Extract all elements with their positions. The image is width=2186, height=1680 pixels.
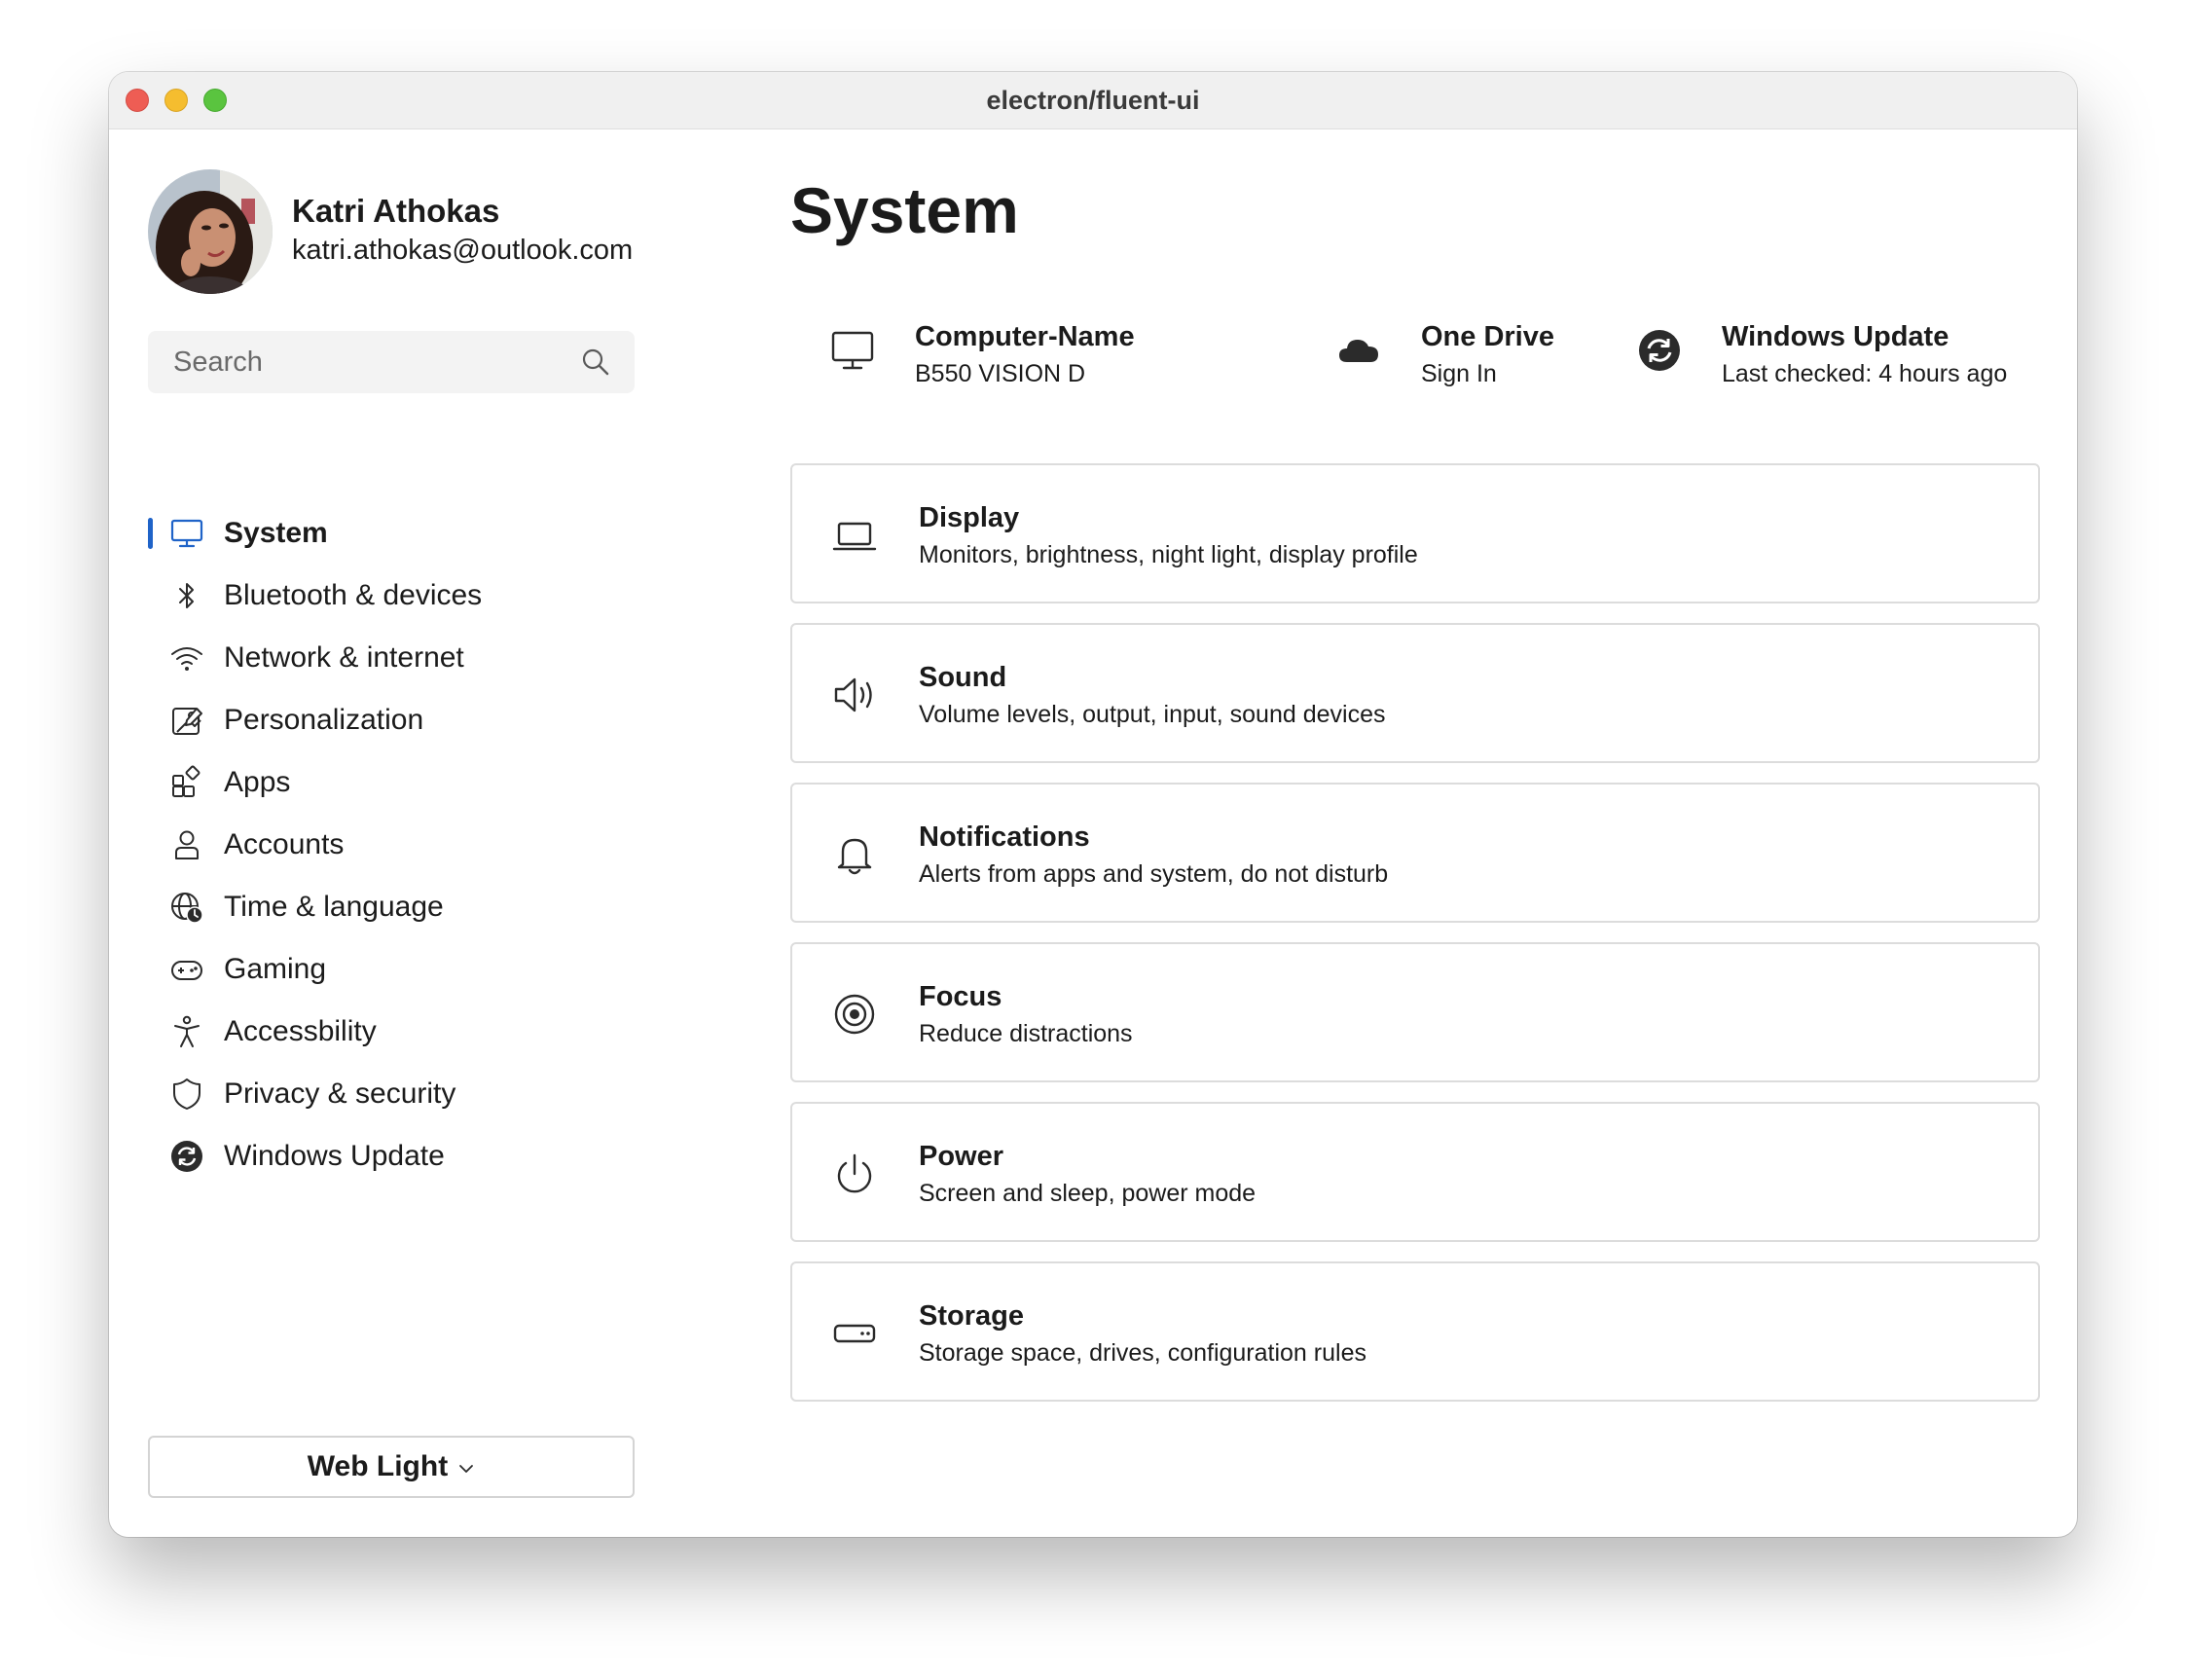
sidebar-item-label: Personalization xyxy=(224,704,424,736)
sidebar-item-network[interactable]: Network & internet xyxy=(148,627,635,689)
search-icon[interactable] xyxy=(580,347,611,378)
card-title: Power xyxy=(919,1141,1004,1172)
bluetooth-icon xyxy=(179,583,194,608)
sidebar-item-apps[interactable]: Apps xyxy=(148,751,635,814)
speaker-icon xyxy=(834,677,872,712)
apps-grid-icon xyxy=(172,765,200,797)
sidebar-item-system[interactable]: System xyxy=(148,502,635,565)
profile-email: katri.athokas@outlook.com xyxy=(292,235,634,266)
card-subtitle: Screen and sleep, power mode xyxy=(919,1180,1257,1207)
profile-name: Katri Athokas xyxy=(292,193,500,229)
card-subtitle: Storage space, drives, configuration rul… xyxy=(919,1339,1366,1367)
sidebar-item-label: Accessbility xyxy=(224,1015,377,1047)
page-title: System xyxy=(790,174,1019,246)
info-subtitle: Last checked: 4 hours ago xyxy=(1722,360,2008,387)
cloud-icon xyxy=(1339,340,1378,362)
person-icon xyxy=(175,830,199,859)
theme-selector-button[interactable]: Web Light xyxy=(148,1436,635,1498)
power-icon xyxy=(837,1153,872,1193)
bell-icon xyxy=(837,838,872,875)
update-sync-icon xyxy=(1639,330,1680,371)
card-subtitle: Reduce distractions xyxy=(919,1020,1133,1047)
app-window: electron/fluent-ui Katri Athokas katri.a… xyxy=(109,72,2077,1537)
card-title: Display xyxy=(919,502,1020,533)
sidebar-item-windows-update[interactable]: Windows Update xyxy=(148,1125,635,1187)
sidebar-item-time-language[interactable]: Time & language xyxy=(148,876,635,938)
window-title: electron/fluent-ui xyxy=(986,86,1200,115)
sidebar-item-label: Gaming xyxy=(224,953,327,985)
sidebar-item-label: System xyxy=(224,517,328,549)
settings-cards: Display Monitors, brightness, night ligh… xyxy=(790,463,2040,1421)
monitor-icon xyxy=(170,519,203,548)
card-subtitle: Monitors, brightness, night light, displ… xyxy=(919,541,1418,568)
sidebar-item-label: Bluetooth & devices xyxy=(224,579,483,611)
sidebar-item-personalization[interactable]: Personalization xyxy=(148,689,635,751)
gamepad-icon xyxy=(171,961,202,980)
card-title: Focus xyxy=(919,981,1002,1012)
notifications-card[interactable]: Notifications Alerts from apps and syste… xyxy=(790,783,2040,923)
card-subtitle: Alerts from apps and system, do not dist… xyxy=(919,860,1389,888)
focus-target-icon xyxy=(834,994,875,1035)
storage-card[interactable]: Storage Storage space, drives, configura… xyxy=(790,1261,2040,1402)
wifi-icon xyxy=(171,647,202,671)
laptop-icon xyxy=(832,522,877,551)
search-placeholder: Search xyxy=(173,347,263,378)
globe-clock-icon xyxy=(171,893,203,924)
update-sync-icon xyxy=(171,1141,202,1172)
sidebar-item-label: Windows Update xyxy=(224,1140,445,1172)
avatar[interactable] xyxy=(148,169,273,294)
sidebar-item-bluetooth[interactable]: Bluetooth & devices xyxy=(148,565,635,627)
info-subtitle: B550 VISION D xyxy=(915,360,1086,387)
card-title: Storage xyxy=(919,1300,1024,1332)
sidebar-item-label: Network & internet xyxy=(224,641,464,674)
monitor-icon xyxy=(831,331,874,370)
power-card[interactable]: Power Screen and sleep, power mode xyxy=(790,1102,2040,1242)
search-input[interactable]: Search xyxy=(148,331,635,393)
storage-drive-icon xyxy=(833,1324,876,1343)
sidebar-item-label: Time & language xyxy=(224,891,444,923)
active-indicator xyxy=(148,518,153,549)
sidebar-nav: System Bluetooth & devices Network & int… xyxy=(148,502,635,1187)
shield-icon xyxy=(173,1078,200,1110)
chevron-down-icon xyxy=(459,1465,474,1473)
paint-brush-icon xyxy=(172,708,202,735)
sidebar-item-label: Privacy & security xyxy=(224,1077,456,1110)
sidebar-item-label: Accounts xyxy=(224,828,345,860)
info-title: Computer-Name xyxy=(915,321,1135,352)
info-title: Windows Update xyxy=(1722,321,1949,352)
info-subtitle: Sign In xyxy=(1421,360,1497,387)
focus-card[interactable]: Focus Reduce distractions xyxy=(790,942,2040,1082)
sound-card[interactable]: Sound Volume levels, output, input, soun… xyxy=(790,623,2040,763)
display-card[interactable]: Display Monitors, brightness, night ligh… xyxy=(790,463,2040,603)
theme-selector-label: Web Light xyxy=(307,1450,449,1482)
sidebar-item-accounts[interactable]: Accounts xyxy=(148,814,635,876)
sidebar-item-gaming[interactable]: Gaming xyxy=(148,938,635,1001)
accessibility-icon xyxy=(174,1015,200,1047)
info-title: One Drive xyxy=(1421,321,1554,352)
sidebar-item-privacy-security[interactable]: Privacy & security xyxy=(148,1063,635,1125)
title-bar: electron/fluent-ui xyxy=(109,72,2077,129)
sidebar-item-label: Apps xyxy=(224,766,291,798)
card-title: Notifications xyxy=(919,822,1090,853)
card-title: Sound xyxy=(919,662,1007,693)
sidebar-item-accessibility[interactable]: Accessbility xyxy=(148,1001,635,1063)
card-subtitle: Volume levels, output, input, sound devi… xyxy=(919,701,1386,728)
avatar-photo xyxy=(148,169,273,294)
